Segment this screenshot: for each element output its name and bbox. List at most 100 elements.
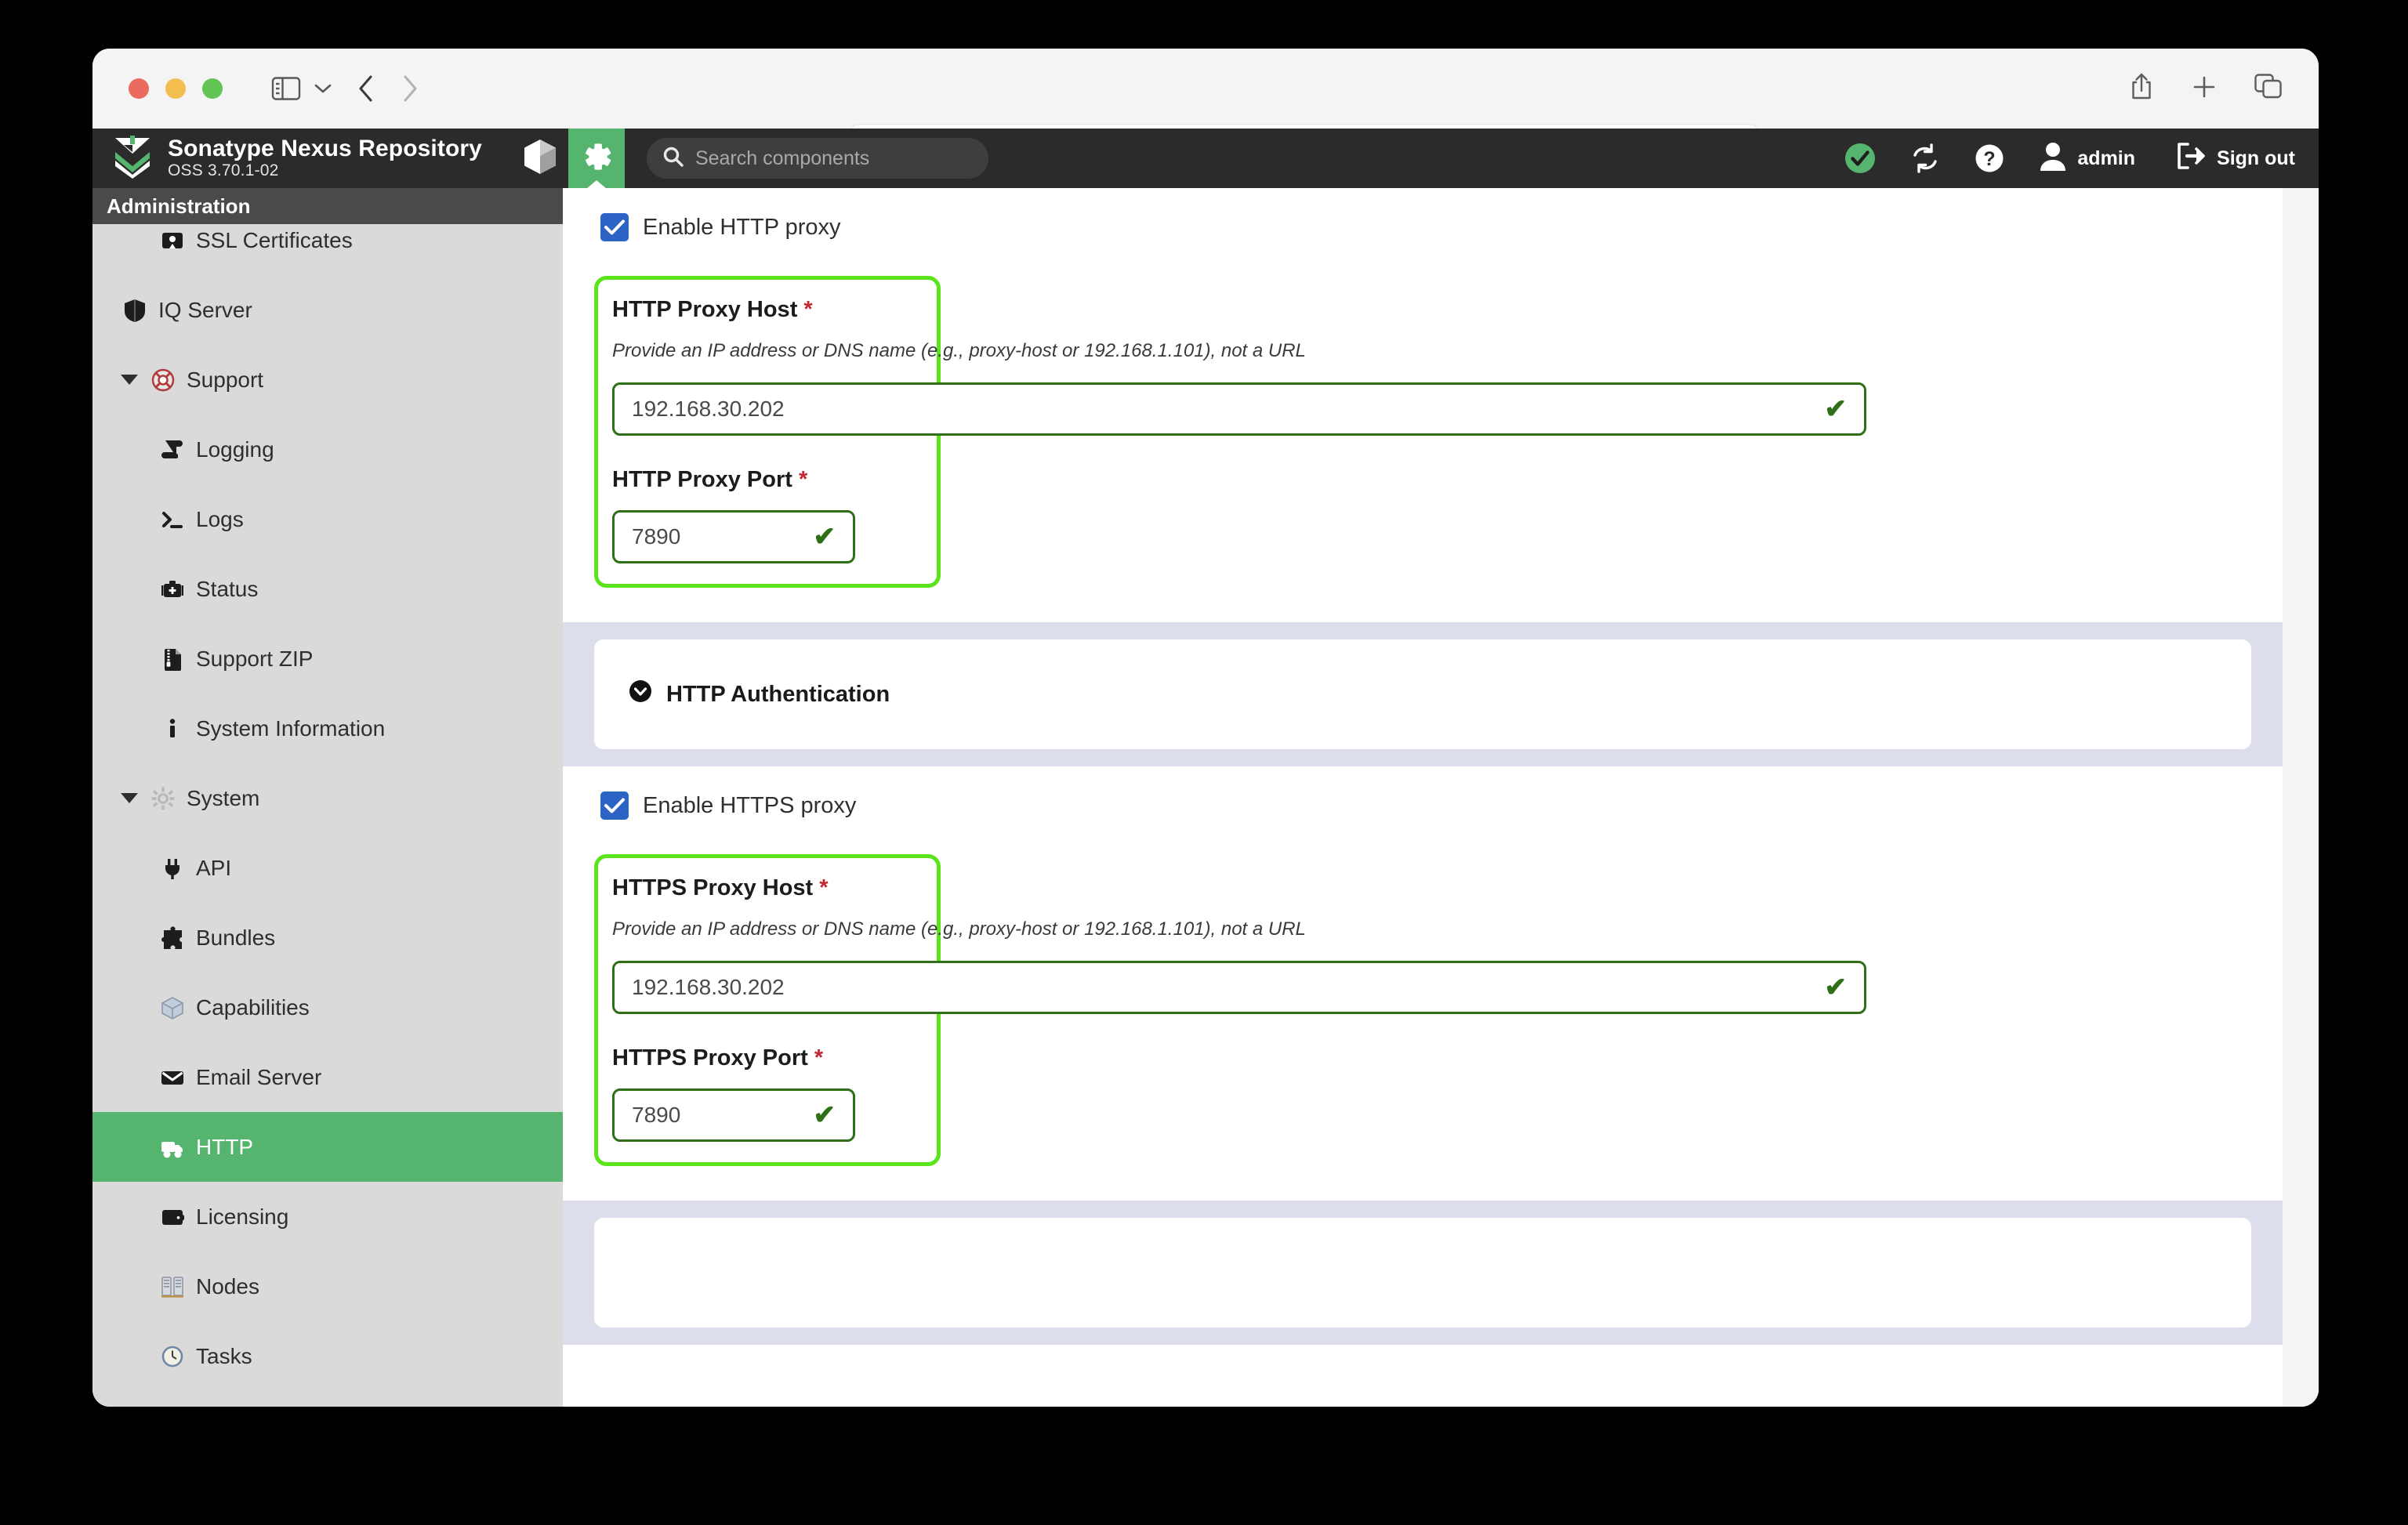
enable-https-proxy-checkbox[interactable]	[600, 791, 629, 820]
enable-http-proxy-checkbox[interactable]	[600, 213, 629, 241]
next-section-card[interactable]	[594, 1218, 2251, 1328]
envelope-icon	[158, 1064, 187, 1091]
sidebar-item-api[interactable]: API	[92, 833, 563, 903]
plus-icon[interactable]	[2192, 74, 2217, 103]
http-proxy-port-input[interactable]: 7890 ✔	[612, 510, 855, 563]
user-menu[interactable]: admin	[2040, 141, 2135, 176]
sidebar-toggle-icon[interactable]	[271, 76, 301, 101]
sidebar-item-support[interactable]: Support	[92, 345, 563, 415]
sidebar-item-bundles[interactable]: Bundles	[92, 903, 563, 973]
http-proxy-host-label-text: HTTP Proxy Host	[612, 297, 798, 322]
required-marker: *	[803, 297, 813, 322]
browser-chrome: localhost:8081/#admin/system/http A 文	[92, 49, 2319, 173]
svg-text:?: ?	[1984, 148, 1996, 170]
sidebar-item-http[interactable]: HTTP	[92, 1112, 563, 1182]
search-input[interactable]: Search components	[646, 138, 988, 179]
https-proxy-host-label: HTTPS Proxy Host *	[612, 875, 937, 901]
certificate-icon	[158, 227, 187, 254]
sidebar-item-nodes[interactable]: Nodes	[92, 1252, 563, 1321]
sidebar-item-licensing[interactable]: Licensing	[92, 1182, 563, 1252]
header-actions: ? admin Sign out	[1844, 129, 2295, 188]
gear-icon	[149, 785, 177, 812]
enable-https-proxy-row[interactable]: Enable HTTPS proxy	[563, 766, 2283, 820]
servers-icon	[158, 1273, 187, 1300]
https-proxy-port-input[interactable]: 7890 ✔	[612, 1089, 855, 1142]
sidebar-item-support-zip[interactable]: Support ZIP	[92, 624, 563, 694]
maximize-window-button[interactable]	[202, 78, 223, 99]
sidebar-item-label: API	[196, 855, 232, 880]
nexus-application: Sonatype Nexus Repository OSS 3.70.1-02	[92, 129, 2319, 1407]
sonatype-logo-icon	[113, 135, 152, 183]
required-marker: *	[798, 467, 808, 492]
https-proxy-host-input[interactable]: 192.168.30.202 ✔	[612, 961, 1866, 1014]
sidebar-item-logging[interactable]: Logging	[92, 415, 563, 484]
plug-icon	[158, 855, 187, 882]
sidebar-item-label: SSL Certificates	[196, 227, 353, 252]
sidebar-item-label: Logging	[196, 436, 274, 462]
sidebar-item-system-information[interactable]: System Information	[92, 694, 563, 763]
http-proxy-host-help: Provide an IP address or DNS name (e.g.,…	[612, 340, 1306, 361]
puzzle-icon	[158, 925, 187, 951]
https-proxy-port-value: 7890	[632, 1103, 681, 1127]
sidebar-item-label: Tasks	[196, 1343, 252, 1368]
valid-check-icon: ✔	[813, 522, 836, 552]
lifebuoy-icon	[149, 367, 177, 393]
box-icon	[158, 994, 187, 1021]
terminal-icon	[158, 506, 187, 533]
tab-administration[interactable]	[568, 129, 625, 188]
https-proxy-host-help: Provide an IP address or DNS name (e.g.,…	[612, 918, 1306, 940]
sidebar-item-iq-server[interactable]: IQ Server	[92, 275, 563, 345]
shield-icon	[121, 297, 149, 324]
sidebar-item-system[interactable]: System	[92, 763, 563, 833]
https-proxy-host-value: 192.168.30.202	[632, 975, 785, 999]
sidebar-item-email-server[interactable]: Email Server	[92, 1042, 563, 1112]
chevron-down-icon[interactable]	[314, 82, 332, 95]
valid-check-icon: ✔	[1824, 973, 1848, 1002]
search-icon	[662, 146, 684, 172]
check-circle-icon[interactable]	[1844, 142, 1877, 175]
close-window-button[interactable]	[129, 78, 149, 99]
brand[interactable]: Sonatype Nexus Repository OSS 3.70.1-02	[113, 135, 482, 183]
sidebar-item-label: Support	[187, 367, 264, 392]
back-arrow-icon[interactable]	[357, 74, 375, 103]
enable-https-proxy-label: Enable HTTPS proxy	[643, 792, 857, 818]
scroll-icon	[158, 436, 187, 463]
tab-overview-icon[interactable]	[2254, 73, 2283, 104]
sign-out-icon	[2176, 142, 2206, 176]
enable-http-proxy-row[interactable]: Enable HTTP proxy	[563, 188, 2283, 241]
question-circle-icon[interactable]: ?	[1974, 143, 2005, 174]
user-label: admin	[2077, 147, 2136, 169]
sidebar-item-label: IQ Server	[158, 297, 252, 322]
sidebar-item-label: Email Server	[196, 1064, 322, 1089]
sidebar-item-label: Bundles	[196, 925, 276, 950]
sidebar-item-status[interactable]: Status	[92, 554, 563, 624]
sign-out-button[interactable]: Sign out	[2176, 142, 2295, 176]
sidebar-item-label: HTTP	[196, 1134, 254, 1159]
required-marker: *	[819, 875, 829, 900]
expand-caret-icon[interactable]	[121, 375, 138, 385]
sidebar-item-tasks[interactable]: Tasks	[92, 1321, 563, 1391]
chevron-down-circle-icon[interactable]	[629, 679, 652, 709]
http-authentication-accordion[interactable]: HTTP Authentication	[594, 639, 2251, 749]
browser-toolbar-right	[2129, 49, 2283, 129]
http-proxy-host-input[interactable]: 192.168.30.202 ✔	[612, 382, 1866, 436]
truck-icon	[158, 1134, 187, 1161]
sidebar-item-label: Capabilities	[196, 994, 310, 1020]
tab-browse[interactable]	[512, 129, 568, 188]
http-proxy-port-label-text: HTTP Proxy Port	[612, 467, 792, 492]
expand-caret-icon[interactable]	[121, 793, 138, 803]
next-section-band	[563, 1201, 2283, 1345]
application-header: Sonatype Nexus Repository OSS 3.70.1-02	[92, 129, 2319, 188]
forward-arrow-icon[interactable]	[401, 74, 419, 103]
minimize-window-button[interactable]	[165, 78, 186, 99]
valid-check-icon: ✔	[813, 1100, 836, 1130]
sidebar-item-label: Logs	[196, 506, 244, 531]
info-icon	[158, 715, 187, 742]
sidebar-nav-list: SSL Certificates IQ Server Support Logging L…	[92, 205, 563, 1391]
refresh-icon[interactable]	[1909, 143, 1941, 174]
avatar	[2040, 141, 2066, 176]
share-icon[interactable]	[2129, 72, 2154, 106]
sidebar-item-logs[interactable]: Logs	[92, 484, 563, 554]
brand-title: Sonatype Nexus Repository	[168, 136, 482, 162]
sidebar-item-capabilities[interactable]: Capabilities	[92, 973, 563, 1042]
